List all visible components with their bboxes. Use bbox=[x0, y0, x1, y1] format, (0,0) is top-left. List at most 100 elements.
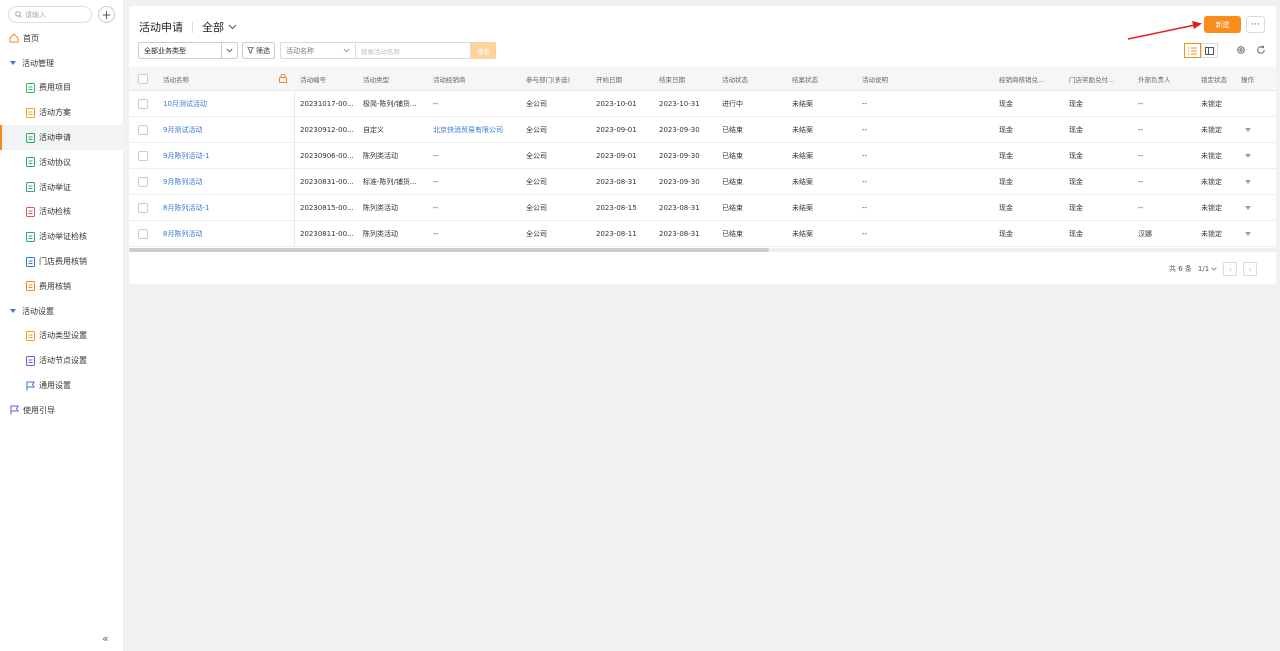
column-header[interactable]: 活动说明 bbox=[862, 67, 888, 90]
column-header[interactable]: 结案状态 bbox=[792, 67, 818, 90]
column-header[interactable]: 活动类型 bbox=[363, 67, 389, 90]
table-row[interactable]: 10月测试活动 20231017-00... 极简-陈列/铺货... -- 全公司 202… bbox=[129, 91, 1276, 117]
activity-name-link[interactable]: 9月陈列活动 bbox=[163, 169, 202, 194]
sidebar-item-2[interactable]: 费用项目 bbox=[0, 76, 124, 101]
activity-name-link[interactable]: 9月测试活动 bbox=[163, 117, 202, 142]
sidebar-item-11[interactable]: 活动设置 bbox=[0, 299, 124, 324]
table-row[interactable]: 9月测试活动 20230912-00... 自定义 北京快消贸易有限公司 全公司 2023… bbox=[129, 117, 1276, 143]
column-header[interactable]: 锁定状态 bbox=[1201, 67, 1227, 90]
row-action-dropdown[interactable] bbox=[1245, 117, 1251, 142]
table-cell: 已结束 bbox=[722, 125, 743, 134]
sidebar-item-3[interactable]: 活动方案 bbox=[0, 100, 124, 125]
table-cell: 未锁定 bbox=[1201, 229, 1222, 238]
search-button[interactable]: 搜索 bbox=[471, 42, 496, 59]
table-cell: 陈列类活动 bbox=[363, 151, 398, 160]
column-header[interactable]: 门店奖励兑付... bbox=[1069, 67, 1114, 90]
sidebar-item-4[interactable]: 活动申请 bbox=[0, 125, 124, 150]
add-button[interactable]: + bbox=[98, 6, 115, 23]
refresh-icon[interactable] bbox=[1256, 45, 1266, 55]
row-action-dropdown[interactable] bbox=[1245, 195, 1251, 220]
sidebar-search-input[interactable]: 请输入 bbox=[8, 6, 92, 23]
table-cell: 现金 bbox=[999, 125, 1013, 134]
sidebar-item-8[interactable]: 活动举证检核 bbox=[0, 224, 124, 249]
row-action-dropdown[interactable] bbox=[1245, 143, 1251, 168]
collapse-sidebar-button[interactable]: « bbox=[102, 632, 109, 645]
sidebar-item-label: 活动举证检核 bbox=[39, 232, 87, 242]
frozen-column-divider bbox=[294, 143, 295, 168]
row-checkbox[interactable] bbox=[138, 228, 148, 239]
table-cell: 未锁定 bbox=[1201, 99, 1222, 108]
row-action-dropdown[interactable] bbox=[1245, 169, 1251, 194]
sidebar-item-7[interactable]: 活动检核 bbox=[0, 200, 124, 225]
activity-name-link[interactable]: 8月陈列活动-1 bbox=[163, 195, 209, 220]
sidebar-item-6[interactable]: 活动举证 bbox=[0, 175, 124, 200]
table-row[interactable]: 9月陈列活动 20230831-00... 标准-陈列/铺货... -- 全公司 2023… bbox=[129, 169, 1276, 195]
table-cell: -- bbox=[1138, 203, 1144, 212]
activity-name-link[interactable]: 8月陈列活动 bbox=[163, 221, 202, 246]
column-header[interactable]: 外部负责人 bbox=[1138, 67, 1171, 90]
table-row[interactable]: 8月陈列活动 20230811-00... 陈列类活动 -- 全公司 2023-08-11… bbox=[129, 221, 1276, 247]
business-type-select[interactable]: 全部业务类型 bbox=[138, 42, 238, 59]
activity-name-link[interactable]: 10月测试活动 bbox=[163, 91, 207, 116]
column-header[interactable]: 参与部门(多选) bbox=[526, 67, 570, 90]
column-header[interactable]: 经销商核销兑... bbox=[999, 67, 1044, 90]
column-header[interactable]: 活动状态 bbox=[722, 67, 748, 90]
table-cell: 未锁定 bbox=[1201, 151, 1222, 160]
row-checkbox[interactable] bbox=[138, 98, 148, 109]
dropdown-toggle[interactable] bbox=[221, 43, 237, 58]
sidebar-item-14[interactable]: 通用设置 bbox=[0, 373, 124, 398]
sidebar-item-15[interactable]: 使用引导 bbox=[0, 398, 124, 423]
table-row[interactable]: 9月陈列活动-1 20230906-00... 陈列类活动 -- 全公司 2023-09-… bbox=[129, 143, 1276, 169]
sidebar-item-10[interactable]: 费用核销 bbox=[0, 274, 124, 299]
row-action-dropdown[interactable] bbox=[1245, 221, 1251, 246]
sidebar-item-1[interactable]: 活动管理 bbox=[0, 51, 124, 76]
column-header[interactable]: 开始日期 bbox=[596, 67, 622, 90]
column-header[interactable]: 活动经销商 bbox=[433, 67, 466, 90]
table-cell: 现金 bbox=[1069, 229, 1083, 238]
row-checkbox[interactable] bbox=[138, 150, 148, 161]
sidebar-item-label: 活动协议 bbox=[39, 157, 71, 167]
split-view-button[interactable] bbox=[1201, 43, 1218, 58]
dealer-link[interactable]: 北京快消贸易有限公司 bbox=[433, 117, 503, 142]
prev-page-button[interactable]: ‹ bbox=[1223, 262, 1238, 276]
filter-bar: 全部业务类型 筛选 活动名称 搜索活动名称 搜索 bbox=[138, 42, 496, 59]
frozen-column-divider bbox=[294, 169, 295, 194]
sidebar-item-label: 活动管理 bbox=[22, 58, 54, 68]
keyword-search-input[interactable]: 搜索活动名称 bbox=[355, 42, 471, 59]
chevron-down-icon bbox=[1245, 179, 1251, 184]
table-cell: 全公司 bbox=[526, 203, 547, 212]
sidebar-item-5[interactable]: 活动协议 bbox=[0, 150, 124, 175]
table-cell: 2023-08-31 bbox=[596, 177, 637, 186]
chevron-down-icon bbox=[226, 48, 233, 53]
scrollbar-thumb[interactable] bbox=[129, 248, 769, 252]
search-field-select[interactable]: 活动名称 bbox=[280, 42, 355, 59]
table-cell: -- bbox=[862, 125, 868, 134]
column-header[interactable]: 活动名称 bbox=[163, 67, 189, 90]
list-icon bbox=[1188, 47, 1197, 54]
table-cell: 现金 bbox=[1069, 203, 1083, 212]
select-all-checkbox[interactable] bbox=[138, 73, 148, 84]
table-cell: 2023-09-30 bbox=[659, 151, 700, 160]
sidebar-item-13[interactable]: 活动节点设置 bbox=[0, 348, 124, 373]
sidebar-item-0[interactable]: 首页 bbox=[0, 26, 124, 51]
row-checkbox[interactable] bbox=[138, 124, 148, 135]
list-view-button[interactable] bbox=[1184, 43, 1201, 58]
sidebar-item-12[interactable]: 活动类型设置 bbox=[0, 324, 124, 349]
sidebar-item-9[interactable]: 门店费用核销 bbox=[0, 249, 124, 274]
table-cell: 2023-09-30 bbox=[659, 177, 700, 186]
column-header[interactable]: 操作 bbox=[1241, 67, 1254, 90]
table-row[interactable]: 8月陈列活动-1 20230815-00... 陈列类活动 -- 全公司 2023-08-… bbox=[129, 195, 1276, 221]
next-page-button[interactable]: › bbox=[1243, 262, 1258, 276]
page-selector[interactable]: 1/1 bbox=[1198, 265, 1218, 273]
column-header[interactable]: 结束日期 bbox=[659, 67, 685, 90]
sidebar-item-label: 活动设置 bbox=[22, 306, 54, 316]
table-cell: 未结案 bbox=[792, 151, 813, 160]
settings-gear-icon[interactable] bbox=[1236, 45, 1246, 55]
column-header[interactable]: 活动编号 bbox=[300, 67, 326, 90]
row-checkbox[interactable] bbox=[138, 176, 148, 187]
filter-button[interactable]: 筛选 bbox=[242, 42, 275, 59]
row-checkbox[interactable] bbox=[138, 202, 148, 213]
activity-name-link[interactable]: 9月陈列活动-1 bbox=[163, 143, 209, 168]
horizontal-scrollbar[interactable] bbox=[129, 248, 1276, 252]
row-checkbox-cell bbox=[138, 143, 148, 168]
